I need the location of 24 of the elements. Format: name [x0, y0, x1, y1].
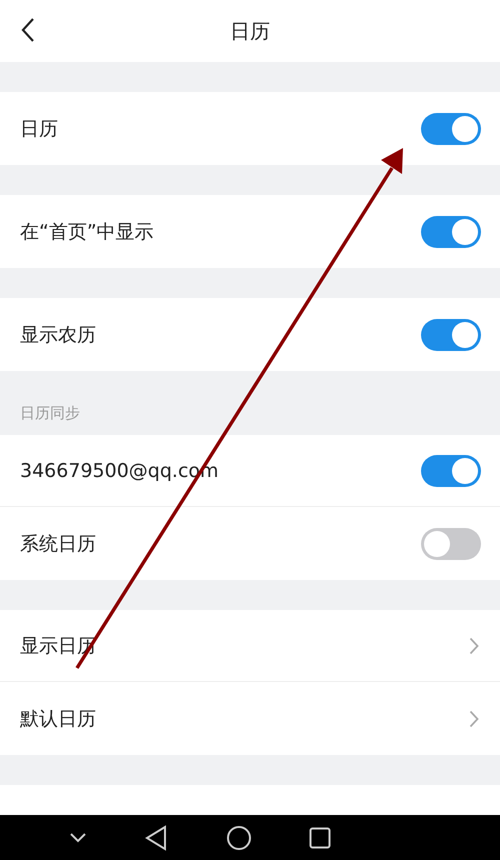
- toggle-switch[interactable]: [421, 528, 481, 560]
- back-triangle-icon[interactable]: [144, 824, 168, 850]
- row-label: 在“首页”中显示: [20, 220, 154, 244]
- settings-row[interactable]: 显示农历: [0, 298, 500, 371]
- toggle-switch[interactable]: [421, 454, 481, 486]
- settings-row[interactable]: 系统日历: [0, 507, 500, 580]
- row-label: 默认日历: [20, 706, 96, 732]
- settings-row[interactable]: 日历: [0, 92, 500, 165]
- chevron-right-icon: [469, 636, 479, 654]
- row-label: 日历: [20, 116, 58, 142]
- settings-row[interactable]: 在“首页”中显示: [0, 195, 500, 268]
- toggle-switch[interactable]: [421, 216, 481, 248]
- section-header: 日历同步: [20, 404, 80, 423]
- toggle-switch[interactable]: [421, 112, 481, 144]
- chevron-down-icon[interactable]: [68, 832, 87, 844]
- home-circle-icon[interactable]: [226, 824, 252, 850]
- recents-square-icon[interactable]: [309, 826, 332, 848]
- settings-row[interactable]: 默认日历: [0, 682, 500, 755]
- row-label: 显示农历: [20, 322, 96, 348]
- chevron-right-icon: [469, 710, 479, 728]
- row-label: 系统日历: [20, 532, 96, 556]
- toggle-switch[interactable]: [421, 318, 481, 350]
- page-title: 日历: [230, 18, 270, 44]
- back-icon[interactable]: [20, 17, 36, 43]
